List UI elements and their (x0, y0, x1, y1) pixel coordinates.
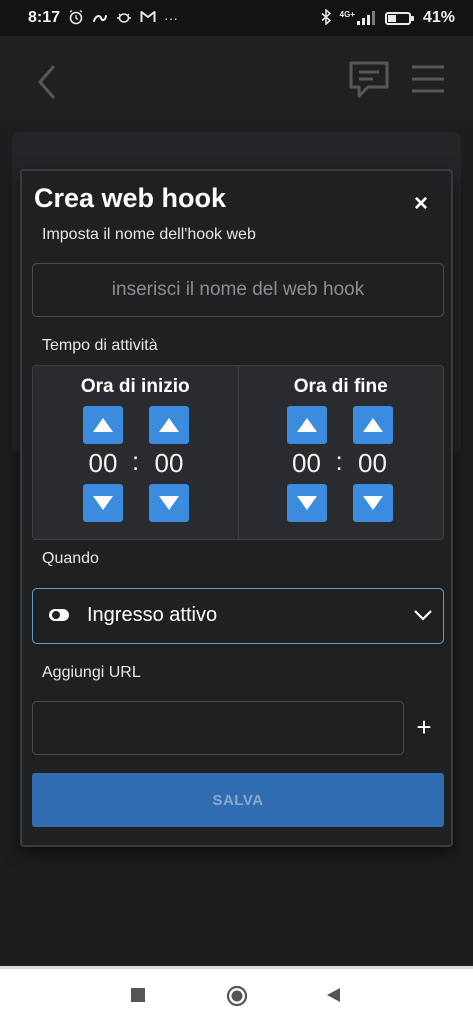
toggle-icon (49, 609, 69, 621)
url-input[interactable] (32, 701, 404, 755)
when-label: Quando (42, 550, 99, 567)
arrow-up-icon (362, 418, 383, 432)
plus-icon: + (416, 711, 432, 742)
end-time-column: Ora di fine 00 : 00 (237, 366, 444, 539)
app-icon (92, 10, 108, 27)
arrow-up-icon (296, 418, 317, 432)
end-minutes-value: 00 (358, 448, 387, 478)
status-bar-right: 4G+ 41% (320, 7, 455, 28)
close-button[interactable]: × (406, 189, 436, 219)
close-icon: × (413, 190, 428, 217)
chat-icon[interactable] (348, 60, 390, 100)
chevron-left-icon[interactable] (30, 62, 70, 102)
arrow-up-icon (93, 418, 113, 432)
activity-time-picker: Ora di inizio 00 : 00 Ora di fine 00: 0… (32, 365, 444, 540)
back-triangle-icon[interactable] (326, 987, 342, 1003)
status-time: 8:17 (28, 9, 61, 26)
status-bar: 8:17 ··· 4G+ 41% (0, 0, 473, 36)
app-bar (0, 36, 473, 126)
start-hour-up-button[interactable] (83, 406, 123, 444)
start-minute-up-button[interactable] (149, 406, 189, 444)
arrow-up-icon (159, 418, 179, 432)
add-url-button[interactable]: + (412, 712, 436, 742)
start-time-title: Ora di inizio (80, 376, 190, 397)
arrow-down-icon (362, 496, 383, 510)
webhook-name-input[interactable] (32, 263, 444, 317)
signal-icon: 4G+ (340, 11, 375, 25)
start-hour-down-button[interactable] (83, 484, 123, 522)
start-minute-down-button[interactable] (149, 484, 189, 522)
recents-square-icon[interactable] (130, 987, 146, 1003)
end-minute-up-button[interactable] (352, 406, 393, 444)
add-url-label: Aggiungi URL (42, 664, 141, 681)
battery-level-fill (387, 14, 396, 22)
end-hour-up-button[interactable] (286, 406, 327, 444)
end-hour-down-button[interactable] (286, 484, 327, 522)
end-hours-value: 00 (292, 448, 321, 478)
arrow-down-icon (296, 496, 317, 510)
battery-percent: 41% (422, 9, 455, 26)
modal-title: Crea web hook (34, 183, 227, 213)
more-notifications-icon: ··· (164, 10, 179, 26)
battery-icon (384, 11, 414, 25)
status-bar-left: 8:17 ··· (28, 9, 178, 28)
chevron-down-icon (414, 610, 432, 621)
start-minutes-value: 00 (154, 448, 184, 478)
create-webhook-modal: Crea web hook × Imposta il nome dell'hoo… (20, 169, 453, 847)
webhook-name-label: Imposta il nome dell'hook web (42, 226, 256, 243)
end-minute-down-button[interactable] (352, 484, 393, 522)
bluetooth-icon (320, 7, 332, 28)
arrow-down-icon (159, 496, 179, 510)
end-time-title: Ora di fine (293, 376, 388, 397)
gmail-icon (140, 10, 156, 26)
arrow-down-icon (93, 496, 113, 510)
save-button[interactable]: SALVA (32, 773, 444, 827)
trigger-select[interactable]: Ingresso attivo (32, 588, 444, 644)
start-time-column: Ora di inizio 00 : 00 (33, 366, 238, 539)
alarm-icon (68, 9, 84, 28)
hamburger-menu-icon[interactable] (410, 64, 446, 94)
start-hours-value: 00 (88, 448, 118, 478)
activity-time-label: Tempo di attività (42, 337, 158, 354)
system-nav-bar (0, 966, 473, 1024)
signal-label: 4G+ (339, 10, 355, 19)
bug-icon (116, 10, 132, 27)
home-circle-icon[interactable] (226, 985, 248, 1007)
trigger-selected-value: Ingresso attivo (87, 604, 218, 626)
